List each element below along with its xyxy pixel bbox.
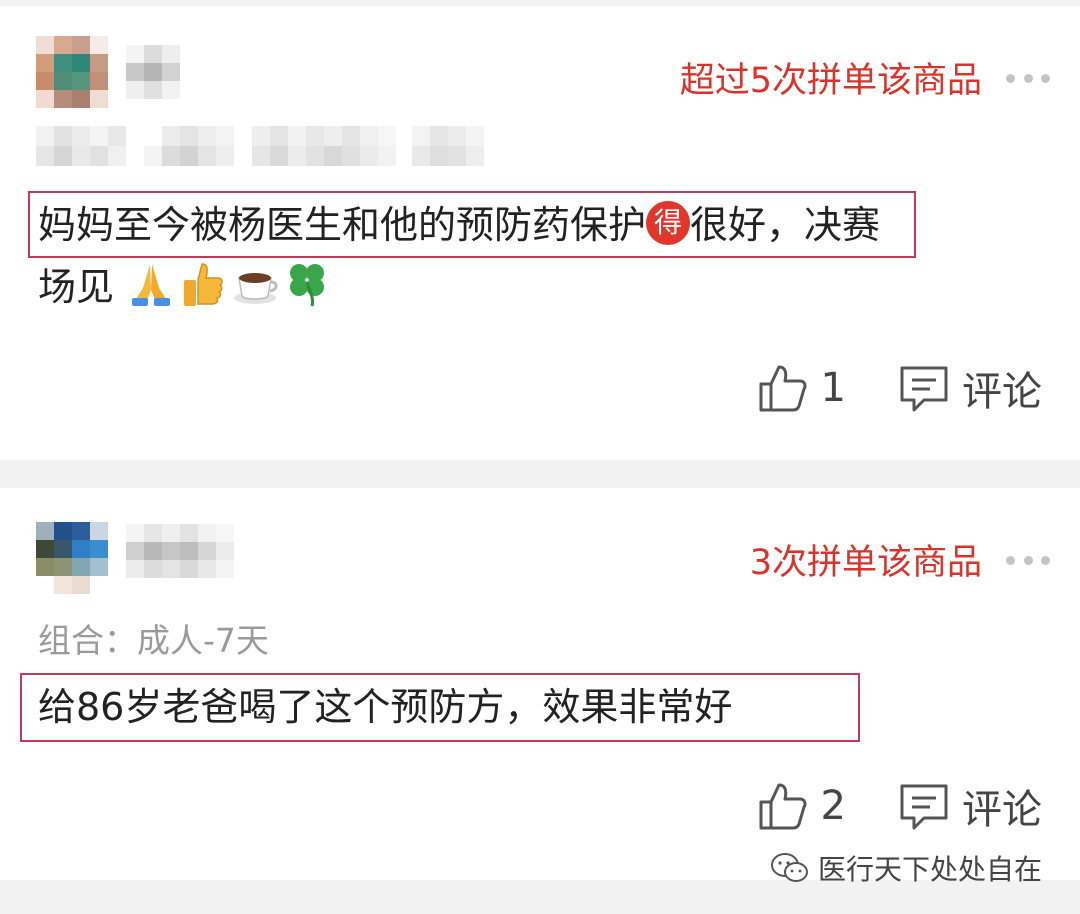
review-actions: 1 评论 [757,359,1042,417]
user-avatar[interactable] [36,36,108,108]
four-leaf-clover-emoji [290,264,325,307]
variant-label: 组合：成人-7天 [38,621,269,660]
thumbs-up-icon [759,783,806,830]
comment-label: 评论 [962,787,1042,833]
like-button[interactable]: 1 [757,362,846,414]
review-text: 妈妈至今被杨医生和他的预防药保护得很好，决赛 场见 [38,194,1040,318]
user-name [126,45,180,99]
review-text-part: 妈妈至今被杨医生和他的预防药保护 [38,203,647,247]
review-text-part: 场见 [38,265,115,309]
review-info [36,126,484,166]
wechat-icon [770,853,808,882]
comment-button[interactable]: 评论 [898,359,1042,417]
comment-icon [900,784,948,830]
purchase-badge: 3次拼单该商品 [749,543,982,583]
comment-label: 评论 [962,369,1042,415]
coffee-emoji [234,273,278,304]
comment-icon [900,366,948,412]
user-avatar[interactable] [36,522,108,594]
like-button[interactable]: 2 [757,780,846,832]
like-count: 1 [820,365,846,411]
watermark: 医行天下处处自在 [770,848,1042,888]
comment-button[interactable]: 评论 [898,777,1042,835]
like-count: 2 [820,783,846,829]
review-actions: 2 评论 [757,777,1042,835]
thumbs-up-icon [759,365,806,412]
review-text: 给86岁老爸喝了这个预防方，效果非常好 [38,685,733,729]
thumbs-up-emoji [184,263,223,306]
folded-hands-emoji [132,264,171,306]
purchase-badge: 超过5次拼单该商品 [679,61,982,101]
more-options-icon[interactable] [1006,72,1050,84]
user-name [126,524,234,578]
de-badge: 得 [646,201,691,245]
watermark-text: 医行天下处处自在 [817,853,1042,886]
review-text-part: 很好，决赛 [690,203,881,247]
more-options-icon[interactable] [1006,554,1050,566]
